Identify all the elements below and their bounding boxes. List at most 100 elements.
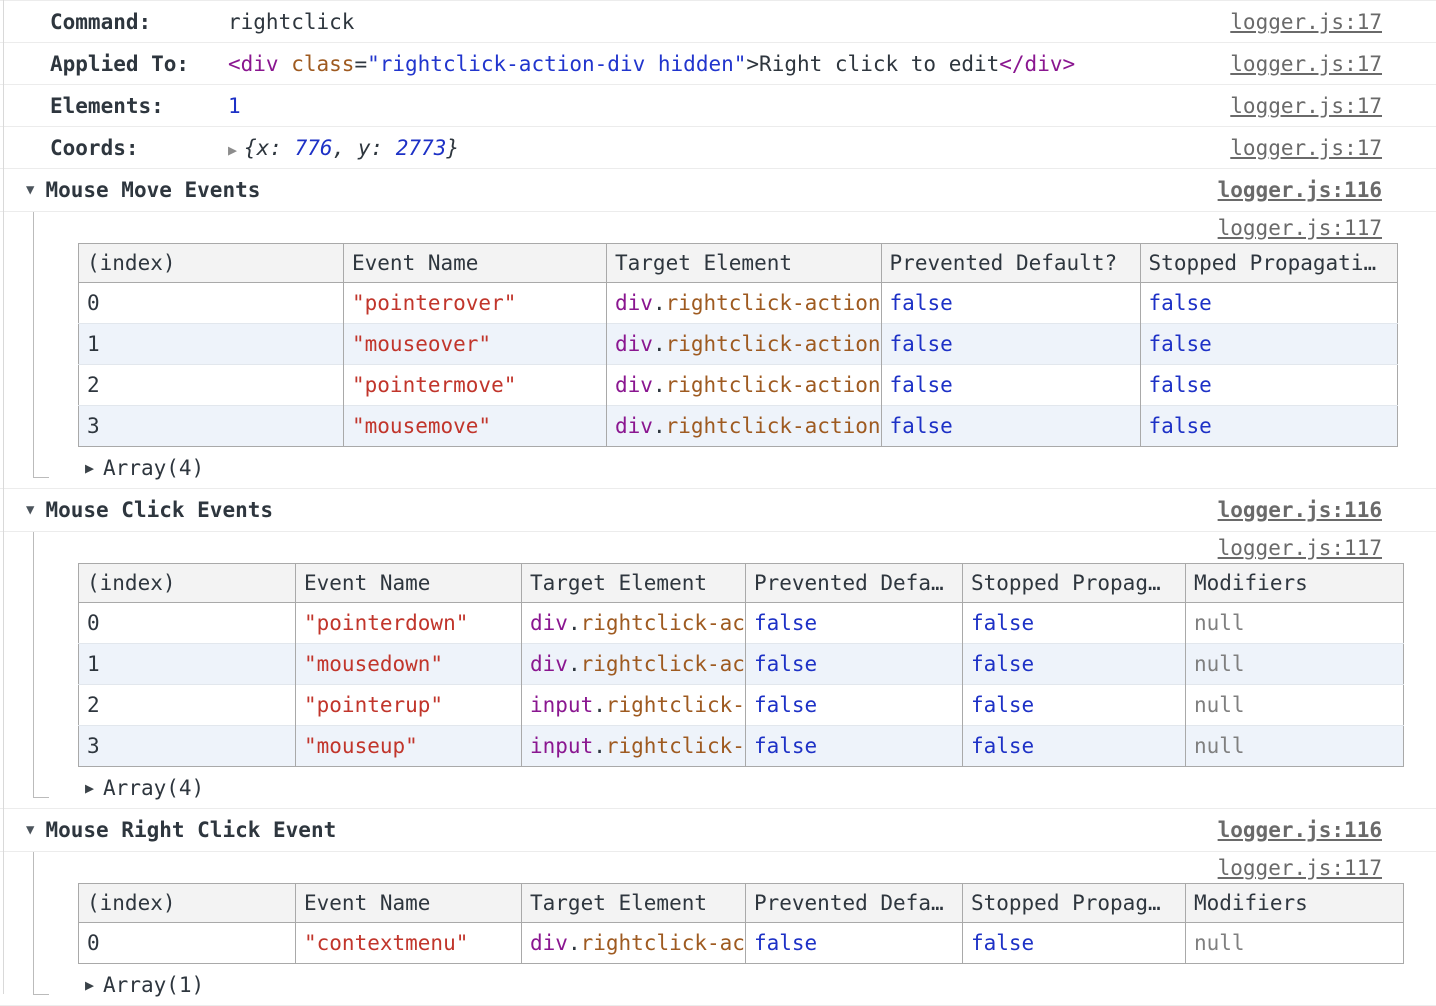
array-expander[interactable]: ▶ Array(1)	[0, 964, 1436, 1005]
cell-prevented-default: false	[745, 644, 962, 685]
snippet-open-tag: <div	[228, 52, 279, 76]
cell-prevented-default: false	[745, 685, 962, 726]
group-header-mouse-click-events[interactable]: ▼ Mouse Click Events logger.js:116	[0, 489, 1436, 532]
source-link[interactable]: logger.js:17	[1230, 52, 1382, 76]
elements-label: Elements:	[50, 94, 228, 118]
preview-brace: {x:	[244, 136, 295, 160]
console-left-edge	[3, 0, 4, 994]
cell-index: 3	[79, 726, 296, 767]
cell-stopped-propagation: false	[1140, 406, 1397, 447]
table-header-row: (index) Event Name Target Element Preven…	[79, 244, 1398, 283]
target-dot: .	[653, 373, 666, 397]
col-header-stopped[interactable]: Stopped Propagati…	[1140, 244, 1397, 283]
target-class: rightclick-action	[666, 291, 881, 315]
array-expander[interactable]: ▶ Array(4)	[0, 767, 1436, 808]
cell-index: 0	[79, 923, 296, 964]
cell-stopped-propagation: false	[962, 726, 1185, 767]
source-link[interactable]: logger.js:116	[1218, 178, 1382, 202]
source-link[interactable]: logger.js:116	[1218, 818, 1382, 842]
cell-target-element: div.rightclick-action	[607, 365, 882, 406]
target-dot: .	[568, 931, 581, 955]
expand-arrow-icon[interactable]: ▶	[85, 976, 94, 994]
source-link[interactable]: logger.js:117	[1218, 216, 1382, 240]
html-snippet[interactable]: <div class="rightclick-action-div hidden…	[228, 52, 1075, 76]
col-header-target[interactable]: Target Element	[522, 884, 746, 923]
col-header-event[interactable]: Event Name	[296, 564, 522, 603]
target-class: rightclick-ac	[581, 611, 745, 635]
source-link[interactable]: logger.js:17	[1230, 94, 1382, 118]
col-header-prevented[interactable]: Prevented Defa…	[745, 564, 962, 603]
target-class: rightclick-	[606, 734, 745, 758]
cell-index: 2	[79, 685, 296, 726]
col-header-modifiers[interactable]: Modifiers	[1185, 884, 1403, 923]
target-tag: div	[615, 291, 653, 315]
target-tag: div	[615, 414, 653, 438]
array-label: Array(4)	[103, 456, 204, 480]
cell-stopped-propagation: false	[962, 644, 1185, 685]
target-dot: .	[653, 332, 666, 356]
col-header-target[interactable]: Target Element	[522, 564, 746, 603]
col-header-prevented[interactable]: Prevented Defa…	[745, 884, 962, 923]
log-row-elements: Elements: 1 logger.js:17	[0, 85, 1436, 127]
cell-index: 2	[79, 365, 344, 406]
snippet-equals: =	[354, 52, 367, 76]
col-header-index[interactable]: (index)	[79, 884, 296, 923]
cell-modifiers: null	[1185, 685, 1403, 726]
target-tag: input	[530, 734, 593, 758]
source-link[interactable]: logger.js:117	[1218, 536, 1382, 560]
cell-event-name: "pointerup"	[296, 685, 522, 726]
target-dot: .	[568, 611, 581, 635]
source-link[interactable]: logger.js:17	[1230, 10, 1382, 34]
col-header-index[interactable]: (index)	[79, 564, 296, 603]
target-class: rightclick-action	[666, 414, 881, 438]
cell-target-element: div.rightclick-ac	[522, 923, 746, 964]
col-header-modifiers[interactable]: Modifiers	[1185, 564, 1403, 603]
col-header-index[interactable]: (index)	[79, 244, 344, 283]
snippet-text: Right click to edit	[759, 52, 999, 76]
group-body-mouse-click-events: logger.js:117 (index) Event Name Target …	[0, 532, 1436, 809]
log-row-applied-to: Applied To: <div class="rightclick-actio…	[0, 43, 1436, 85]
group-indent-guide	[33, 852, 49, 995]
target-tag: input	[530, 693, 593, 717]
expand-arrow-icon[interactable]: ▶	[85, 779, 94, 797]
coords-object-preview[interactable]: ▶{x: 776, y: 2773}	[228, 136, 459, 160]
target-class: rightclick-action	[666, 332, 881, 356]
cell-modifiers: null	[1185, 923, 1403, 964]
elements-count: 1	[228, 94, 241, 118]
cell-stopped-propagation: false	[1140, 324, 1397, 365]
source-link[interactable]: logger.js:117	[1218, 856, 1382, 880]
group-header-mouse-right-click-event[interactable]: ▼ Mouse Right Click Event logger.js:116	[0, 809, 1436, 852]
col-header-stopped[interactable]: Stopped Propag…	[962, 884, 1185, 923]
collapse-triangle-icon[interactable]: ▼	[26, 822, 34, 838]
target-class: rightclick-	[606, 693, 745, 717]
cell-target-element: input.rightclick-	[522, 726, 746, 767]
expand-arrow-icon[interactable]: ▶	[228, 141, 237, 159]
target-tag: div	[530, 931, 568, 955]
expand-arrow-icon[interactable]: ▶	[85, 459, 94, 477]
preview-brace-close: }	[446, 136, 459, 160]
group-indent-guide	[33, 212, 49, 478]
table-row: 3 "mousemove" div.rightclick-action fals…	[79, 406, 1398, 447]
collapse-triangle-icon[interactable]: ▼	[26, 182, 34, 198]
table-header-row: (index) Event Name Target Element Preven…	[79, 564, 1404, 603]
source-link[interactable]: logger.js:116	[1218, 498, 1382, 522]
table-row: 3 "mouseup" input.rightclick- false fals…	[79, 726, 1404, 767]
array-label: Array(4)	[103, 776, 204, 800]
col-header-event[interactable]: Event Name	[344, 244, 607, 283]
log-row-coords: Coords: ▶{x: 776, y: 2773} logger.js:17	[0, 127, 1436, 169]
table-row: 1 "mousedown" div.rightclick-ac false fa…	[79, 644, 1404, 685]
mouse-move-events-table: (index) Event Name Target Element Preven…	[78, 243, 1398, 447]
col-header-event[interactable]: Event Name	[296, 884, 522, 923]
source-link[interactable]: logger.js:17	[1230, 136, 1382, 160]
table-source-row: logger.js:117	[0, 532, 1436, 563]
col-header-prevented[interactable]: Prevented Default?	[881, 244, 1140, 283]
cell-event-name: "pointermove"	[344, 365, 607, 406]
coord-y-value: 2773	[396, 136, 447, 160]
array-expander[interactable]: ▶ Array(4)	[0, 447, 1436, 488]
cell-stopped-propagation: false	[962, 603, 1185, 644]
col-header-target[interactable]: Target Element	[607, 244, 882, 283]
col-header-stopped[interactable]: Stopped Propag…	[962, 564, 1185, 603]
cell-prevented-default: false	[745, 603, 962, 644]
collapse-triangle-icon[interactable]: ▼	[26, 502, 34, 518]
group-header-mouse-move-events[interactable]: ▼ Mouse Move Events logger.js:116	[0, 169, 1436, 212]
